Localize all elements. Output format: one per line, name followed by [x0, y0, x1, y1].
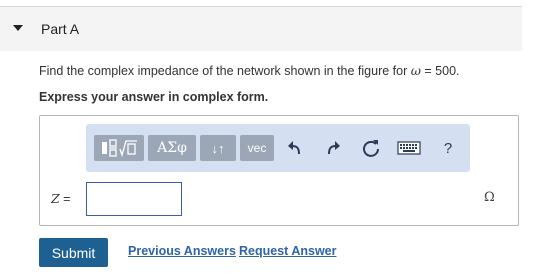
- undo-button[interactable]: [283, 136, 307, 160]
- templates-button[interactable]: [94, 135, 144, 161]
- equals-sign: =: [59, 192, 71, 206]
- greek-symbols-button[interactable]: ΑΣφ: [148, 135, 196, 161]
- answer-variable-label: Z =: [51, 191, 70, 206]
- reset-circular-arrow-icon: [363, 140, 379, 157]
- question-text-after: = 500.: [420, 64, 460, 78]
- help-button[interactable]: ?: [436, 136, 460, 160]
- request-answer-link[interactable]: Request Answer: [239, 244, 336, 258]
- unit-ohm: Ω: [484, 190, 495, 205]
- arrows-button[interactable]: ↓↑: [200, 135, 236, 161]
- undo-arrow-icon: [288, 141, 300, 155]
- part-title: Part A: [41, 21, 80, 37]
- keyboard-icon: [397, 141, 421, 155]
- variable-z: Z: [51, 191, 60, 206]
- reset-button[interactable]: [359, 136, 383, 160]
- submit-button[interactable]: Submit: [39, 238, 108, 267]
- answer-input[interactable]: [86, 182, 182, 216]
- omega-symbol: ω: [410, 63, 421, 78]
- answer-instruction: Express your answer in complex form.: [39, 90, 269, 104]
- redo-arrow-icon: [328, 141, 340, 155]
- collapse-caret-icon[interactable]: [13, 25, 23, 31]
- vector-button[interactable]: vec: [240, 135, 274, 161]
- redo-button[interactable]: [321, 136, 345, 160]
- keyboard-button[interactable]: [396, 136, 422, 160]
- previous-answers-link[interactable]: Previous Answers: [128, 244, 236, 258]
- question-text-before: Find the complex impedance of the networ…: [39, 64, 411, 78]
- math-toolbar: ΑΣφ ↓↑ vec ?: [86, 124, 470, 172]
- question-text: Find the complex impedance of the networ…: [39, 63, 460, 78]
- fraction-sqrt-templates-icon: [102, 139, 137, 158]
